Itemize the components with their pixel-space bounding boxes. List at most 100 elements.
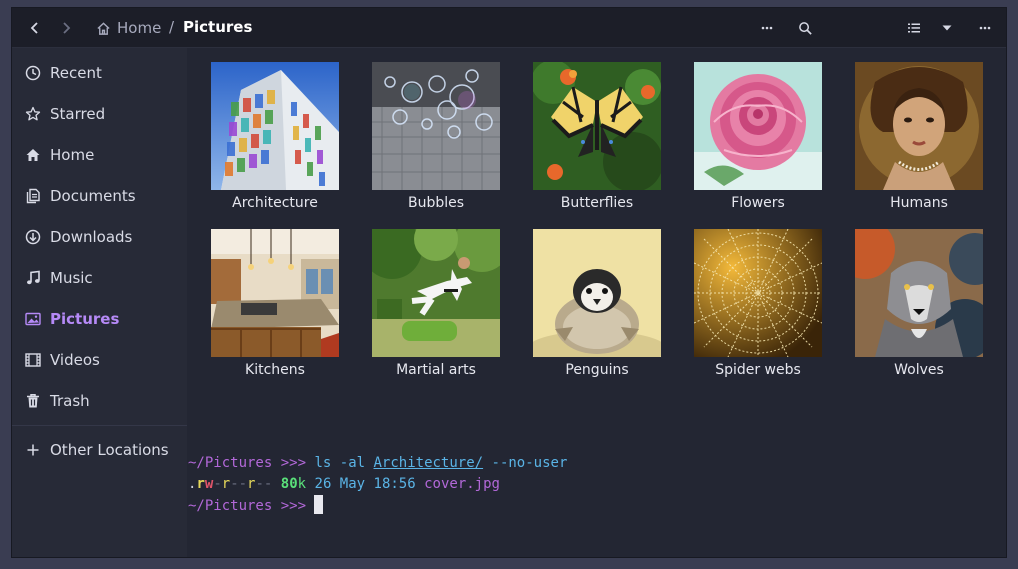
folder-kitchens[interactable]: Kitchens [211, 229, 339, 389]
folder-architecture[interactable]: Architecture [211, 62, 339, 222]
folder-grid: Architecture Bubbles Butterflies Flowers… [187, 48, 1006, 557]
trash-icon [25, 393, 41, 409]
folder-butterflies[interactable]: Butterflies [533, 62, 661, 222]
sidebar-item-label: Home [50, 146, 95, 164]
folder-bubbles[interactable]: Bubbles [372, 62, 500, 222]
music-note-icon [25, 270, 41, 286]
search-button[interactable] [791, 14, 819, 42]
folder-thumbnail [855, 229, 983, 357]
folder-thumbnail [533, 229, 661, 357]
breadcrumb-home[interactable]: Home [96, 18, 161, 38]
file-manager-window: Home / Pictures Recent Starred Home Docu… [11, 7, 1007, 558]
terminal-cursor[interactable] [314, 495, 324, 514]
search-icon [798, 21, 812, 35]
sidebar-item-label: Trash [50, 392, 90, 410]
folder-thumbnail [211, 62, 339, 190]
sidebar-item-pictures[interactable]: Pictures [12, 301, 187, 337]
sidebar-item-label: Downloads [50, 228, 133, 246]
folder-thumbnail [533, 62, 661, 190]
terminal-path: ~/Pictures [188, 498, 273, 514]
folder-thumbnail [372, 229, 500, 357]
sidebar-item-home[interactable]: Home [12, 137, 187, 173]
folder-flowers[interactable]: Flowers [694, 62, 822, 222]
terminal-size: 80 [280, 476, 298, 492]
sidebar-item-label: Recent [50, 64, 102, 82]
folder-label: Spider webs [715, 362, 801, 378]
folder-thumbnail [372, 62, 500, 190]
folder-wolves[interactable]: Wolves [855, 229, 983, 389]
sidebar-item-downloads[interactable]: Downloads [12, 219, 187, 255]
terminal-perm: -- [230, 476, 248, 492]
terminal-line: ~/Pictures >>> ls -al Architecture/ --no… [188, 453, 988, 474]
terminal-command: ls [314, 455, 332, 471]
folder-thumbnail [211, 229, 339, 357]
folder-label: Bubbles [407, 195, 465, 211]
list-view-button[interactable] [900, 14, 928, 42]
terminal-flags: -al [339, 455, 366, 471]
sidebar-item-documents[interactable]: Documents [12, 178, 187, 214]
sidebar-item-music[interactable]: Music [12, 260, 187, 296]
sidebar-divider [12, 425, 187, 426]
home-icon [97, 21, 110, 35]
terminal-option: --no-user [491, 455, 568, 471]
folder-spider-webs[interactable]: Spider webs [694, 229, 822, 389]
folder-label: Butterflies [560, 195, 634, 211]
header-bar: Home / Pictures [12, 8, 1006, 48]
folder-martial-arts[interactable]: Martial arts [372, 229, 500, 389]
sidebar: Recent Starred Home Documents Downloads … [12, 48, 187, 557]
back-button[interactable] [21, 14, 49, 42]
folder-thumbnail [694, 229, 822, 357]
plus-icon [25, 442, 41, 458]
breadcrumb-separator: / [169, 18, 175, 36]
terminal-perm: - [213, 476, 222, 492]
folder-label: Flowers [731, 195, 785, 211]
sidebar-item-recent[interactable]: Recent [12, 55, 187, 91]
chevron-left-icon [30, 22, 38, 34]
terminal-line: ~/Pictures >>> [188, 495, 988, 517]
sidebar-item-label: Music [50, 269, 93, 287]
folder-label: Architecture [232, 195, 318, 211]
clock-icon [25, 65, 41, 81]
more-horizontal-icon [979, 26, 991, 30]
more-horizontal-icon [761, 26, 773, 30]
terminal-argument: Architecture/ [373, 455, 484, 471]
folder-penguins[interactable]: Penguins [533, 229, 661, 389]
download-icon [25, 229, 41, 245]
list-view-icon [908, 23, 920, 33]
sidebar-item-label: Other Locations [50, 441, 169, 459]
sidebar-item-starred[interactable]: Starred [12, 96, 187, 132]
folder-label: Penguins [565, 362, 629, 378]
view-options-button[interactable] [933, 14, 961, 42]
sidebar-item-videos[interactable]: Videos [12, 342, 187, 378]
sidebar-item-label: Starred [50, 105, 106, 123]
forward-button[interactable] [52, 14, 80, 42]
path-menu-button[interactable] [753, 14, 781, 42]
folder-label: Martial arts [396, 362, 476, 378]
sidebar-item-label: Documents [50, 187, 136, 205]
terminal-line: .rw-r--r-- 80k 26 May 18:56 cover.jpg [188, 474, 988, 495]
sidebar-item-other-locations[interactable]: Other Locations [12, 432, 187, 468]
folder-label: Kitchens [245, 362, 305, 378]
terminal-output: ~/Pictures >>> ls -al Architecture/ --no… [188, 453, 988, 517]
breadcrumb-home-label: Home [117, 19, 162, 37]
star-icon [25, 106, 41, 122]
terminal-path: ~/Pictures [188, 455, 273, 471]
terminal-date: 26 May 18:56 [314, 476, 416, 492]
sidebar-item-label: Videos [50, 351, 100, 369]
terminal-perm: r [221, 476, 231, 492]
terminal-size-unit: k [297, 476, 307, 492]
terminal-perm: r [196, 476, 205, 492]
breadcrumb-current[interactable]: Pictures [183, 18, 252, 36]
terminal-prompt: >>> [280, 455, 307, 471]
folder-thumbnail [694, 62, 822, 190]
caret-down-icon [942, 25, 952, 31]
film-icon [25, 352, 41, 368]
folder-label: Wolves [894, 362, 944, 378]
home-icon [25, 147, 41, 163]
folder-thumbnail [855, 62, 983, 190]
folder-humans[interactable]: Humans [855, 62, 983, 222]
sidebar-item-trash[interactable]: Trash [12, 383, 187, 419]
image-icon [25, 311, 41, 327]
main-menu-button[interactable] [971, 14, 999, 42]
terminal-prompt: >>> [280, 498, 307, 514]
